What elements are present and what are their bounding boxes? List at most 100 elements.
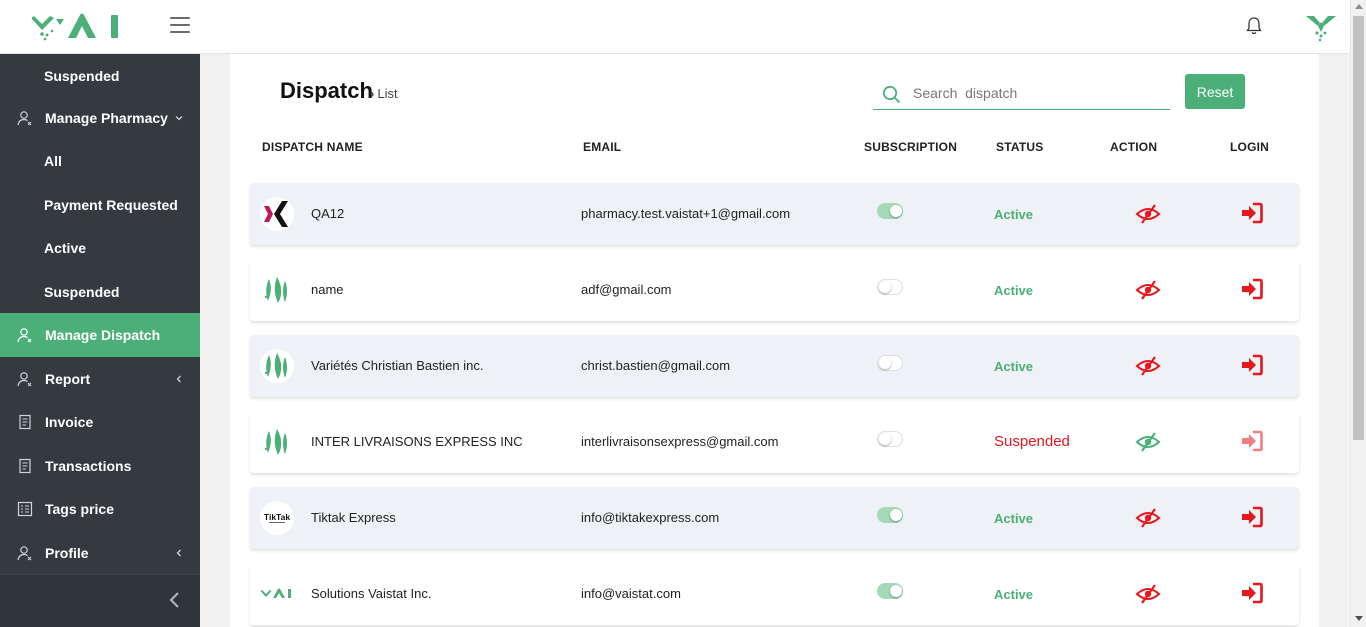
chevron-left-icon [176,375,181,383]
sidebar-item-label: Manage Pharmacy [45,110,168,126]
sidebar-item-label: Suspended [44,68,120,84]
vai-logo[interactable] [32,12,124,42]
document-icon [19,458,31,474]
sidebar-item-label: Active [44,240,87,256]
sidebar-item-suspended[interactable]: Suspended [0,270,200,314]
eye-slash-icon[interactable] [1135,583,1161,605]
table-row[interactable]: QA12 pharmacy.test.vaistat+1@gmail.com A… [250,183,1299,245]
user-icon [17,546,32,561]
scroll-up-icon[interactable] [1355,4,1363,9]
chevron-down-icon [175,116,183,121]
dispatch-name: Solutions Vaistat Inc. [311,586,432,601]
dispatch-name: name [311,282,344,297]
x-logo [260,197,294,231]
chevron-left-icon [176,549,181,557]
subscription-toggle[interactable] [877,507,903,523]
login-icon[interactable] [1241,278,1263,300]
vai-logo [260,577,294,611]
column-header-email: EMAIL [583,140,622,154]
table-row[interactable]: name adf@gmail.com Active [250,259,1299,321]
sidebar-item-label: Profile [45,545,89,561]
status-badge: Active [994,587,1034,602]
login-icon[interactable] [1241,354,1263,376]
search-icon [882,85,901,104]
dispatch-email: pharmacy.test.vaistat+1@gmail.com [581,206,791,221]
sidebar-item-manage-pharmacy[interactable]: Manage Pharmacy [0,96,200,140]
login-icon[interactable] [1241,430,1263,452]
status-badge: Suspended [994,433,1070,450]
column-header-subscription: SUBSCRIPTION [864,140,958,154]
dispatch-email: interlivraisonsexpress@gmail.com [581,434,779,449]
eye-slash-icon[interactable] [1135,279,1161,301]
status-badge: Active [994,283,1034,298]
sidebar-item-label: Invoice [45,414,94,430]
sidebar-item-report[interactable]: Report [0,357,200,401]
subscription-toggle[interactable] [877,355,903,371]
vai-leaf-logo [260,273,294,307]
scroll-down-icon[interactable] [1355,616,1363,621]
sidebar-item-payment-requested[interactable]: Payment Requested [0,183,200,227]
reset-button[interactable]: Reset [1185,74,1245,109]
search-box [873,76,1170,110]
login-icon[interactable] [1241,202,1263,224]
subscription-toggle[interactable] [877,431,903,447]
sidebar-item-all[interactable]: All [0,139,200,183]
status-badge: Active [994,359,1034,374]
eye-slash-icon[interactable] [1135,203,1161,225]
table-row[interactable]: INTER LIVRAISONS EXPRESS INC interlivrai… [250,411,1299,473]
chevron-left-icon [169,592,179,608]
dispatch-email: info@tiktakexpress.com [581,510,720,525]
sidebar-item-label: Report [45,371,91,387]
user-icon [17,111,32,126]
sidebar-item-invoice[interactable]: Invoice [0,400,200,444]
subscription-toggle[interactable] [877,203,903,219]
avatar[interactable] [1305,12,1337,42]
vertical-scrollbar[interactable] [1350,0,1366,627]
sidebar-item-active[interactable]: Active [0,226,200,270]
dispatch-email: adf@gmail.com [581,282,672,297]
breadcrumb-item[interactable]: List [377,86,397,101]
status-badge: Active [994,511,1034,526]
eye-slash-icon[interactable] [1135,355,1161,377]
dispatch-name: INTER LIVRAISONS EXPRESS INC [311,434,523,449]
bell-icon[interactable] [1245,16,1263,36]
dispatch-card: Dispatch ›List Reset DISPATCH NAME EMAIL… [230,54,1319,627]
sidebar-item-transactions[interactable]: Transactions [0,444,200,488]
subscription-toggle[interactable] [877,279,903,295]
table-row[interactable]: TikTak Tiktak Express info@tiktakexpress… [250,487,1299,549]
sidebar-item-label: Transactions [45,458,132,474]
tiktak-logo-text: TikTak [264,512,290,522]
subscription-toggle[interactable] [877,583,903,599]
eye-slash-icon[interactable] [1135,507,1161,529]
login-icon[interactable] [1241,506,1263,528]
sidebar-item-manage-dispatch[interactable]: Manage Dispatch [0,313,200,357]
list-icon [17,501,33,517]
sidebar-item-label: Payment Requested [44,197,178,213]
login-icon[interactable] [1241,582,1263,604]
breadcrumb-separator-icon: › [370,86,375,101]
sidebar-item-suspended-top[interactable]: Suspended [0,54,200,98]
column-header-login: LOGIN [1230,140,1269,154]
menu-toggle-icon[interactable] [170,17,190,35]
dispatch-name: Variétés Christian Bastien inc. [311,358,484,373]
column-header-action: ACTION [1110,140,1158,154]
status-badge: Active [994,207,1034,222]
breadcrumb: › List [370,86,398,101]
table-row[interactable]: Solutions Vaistat Inc. info@vaistat.com … [250,563,1299,625]
dispatch-email: info@vaistat.com [581,586,681,601]
dispatch-name: QA12 [311,206,345,221]
sidebar-item-tags-price[interactable]: Tags price [0,487,200,531]
tiktak-logo: TikTak [260,501,294,535]
search-input[interactable] [913,82,1163,104]
eye-icon[interactable] [1135,431,1161,453]
sidebar-item-label: Suspended [44,284,120,300]
scrollbar-thumb[interactable] [1353,16,1364,440]
table-row[interactable]: Variétés Christian Bastien inc. christ.b… [250,335,1299,397]
vai-leaf-logo [260,349,294,383]
sidebar-item-label: Manage Dispatch [45,327,161,343]
sidebar-collapse-button[interactable] [0,574,200,627]
sidebar-item-profile[interactable]: Profile [0,531,200,575]
dispatch-name: Tiktak Express [311,510,396,525]
column-header-status: STATUS [996,140,1044,154]
vai-leaf-logo [260,425,294,459]
